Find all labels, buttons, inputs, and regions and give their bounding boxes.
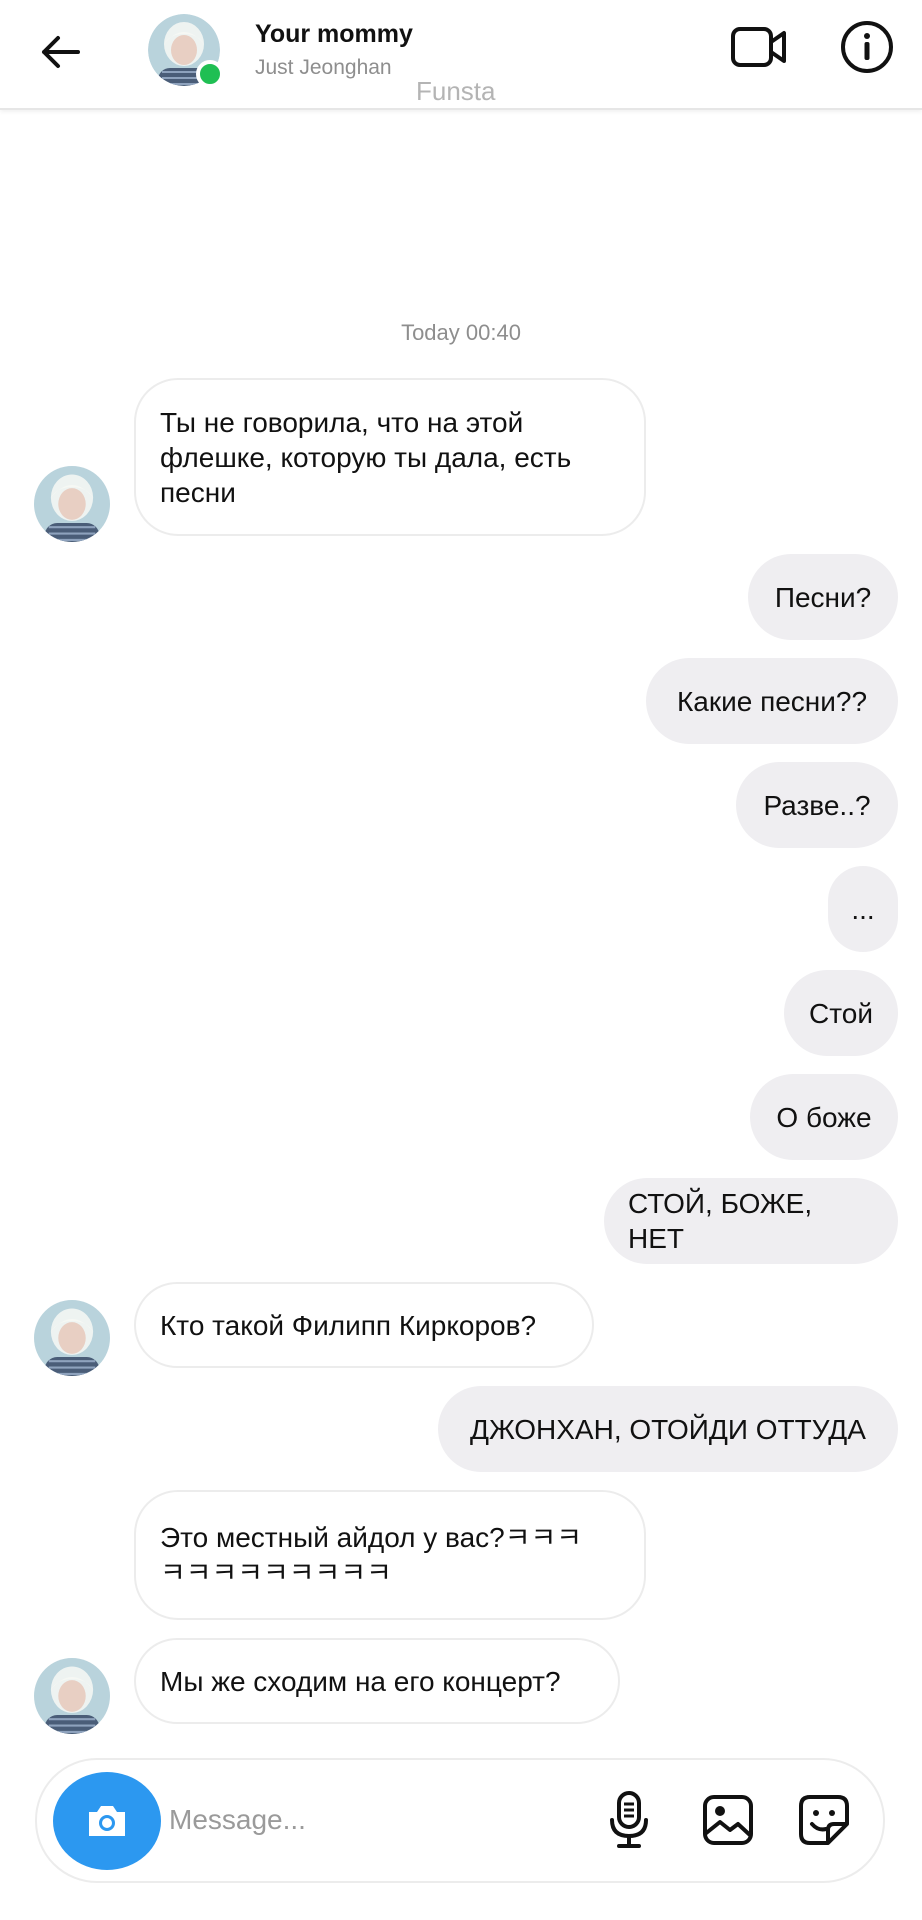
info-button[interactable]	[838, 18, 896, 76]
microphone-icon	[610, 1791, 648, 1848]
sender-avatar[interactable]	[34, 1658, 110, 1734]
gallery-button[interactable]	[696, 1788, 760, 1852]
message-input[interactable]	[167, 1790, 467, 1850]
camera-icon	[89, 1806, 125, 1836]
online-status-dot	[196, 60, 224, 88]
chat-title[interactable]: Your mommy	[255, 20, 413, 49]
outgoing-message-bubble[interactable]: Стой	[784, 970, 898, 1056]
video-call-button[interactable]	[728, 18, 790, 76]
chat-header: Your mommy Just Jeonghan Funsta	[0, 0, 922, 110]
sticker-icon	[799, 1795, 849, 1845]
outgoing-message-bubble[interactable]: Какие песни??	[646, 658, 898, 744]
camera-button[interactable]	[53, 1772, 161, 1870]
voice-message-button[interactable]	[597, 1788, 661, 1852]
sender-avatar[interactable]	[34, 466, 110, 542]
info-icon	[841, 21, 893, 73]
arrow-left-icon	[42, 36, 80, 68]
image-icon	[703, 1795, 753, 1845]
incoming-message-bubble[interactable]: Ты не говорила, что на этой флешке, кото…	[134, 378, 646, 536]
sender-avatar[interactable]	[34, 1300, 110, 1376]
outgoing-message-bubble[interactable]: Песни?	[748, 554, 898, 640]
incoming-message-bubble[interactable]: Кто такой Филипп Киркоров?	[134, 1282, 594, 1368]
outgoing-message-bubble[interactable]: СТОЙ, БОЖЕ, НЕТ	[604, 1178, 898, 1264]
back-button[interactable]	[30, 22, 90, 82]
outgoing-message-bubble[interactable]: О боже	[750, 1074, 898, 1160]
outgoing-message-bubble[interactable]: Разве..?	[736, 762, 898, 848]
message-composer	[35, 1758, 885, 1883]
incoming-message-bubble[interactable]: Мы же сходим на его концерт?	[134, 1638, 620, 1724]
outgoing-message-bubble[interactable]: ...	[828, 866, 898, 952]
chat-timestamp: Today 00:40	[401, 320, 521, 345]
incoming-message-bubble[interactable]: Это местный айдол у вас?ㅋㅋㅋ ㅋㅋㅋㅋㅋㅋㅋㅋㅋ	[134, 1490, 646, 1620]
watermark: Funsta	[416, 76, 496, 106]
video-camera-icon	[731, 27, 786, 67]
sticker-button[interactable]	[792, 1788, 856, 1852]
contact-avatar[interactable]	[148, 14, 224, 88]
chat-subtitle[interactable]: Just Jeonghan	[255, 56, 392, 80]
outgoing-message-bubble[interactable]: ДЖОНХАН, ОТОЙДИ ОТТУДА	[438, 1386, 898, 1472]
